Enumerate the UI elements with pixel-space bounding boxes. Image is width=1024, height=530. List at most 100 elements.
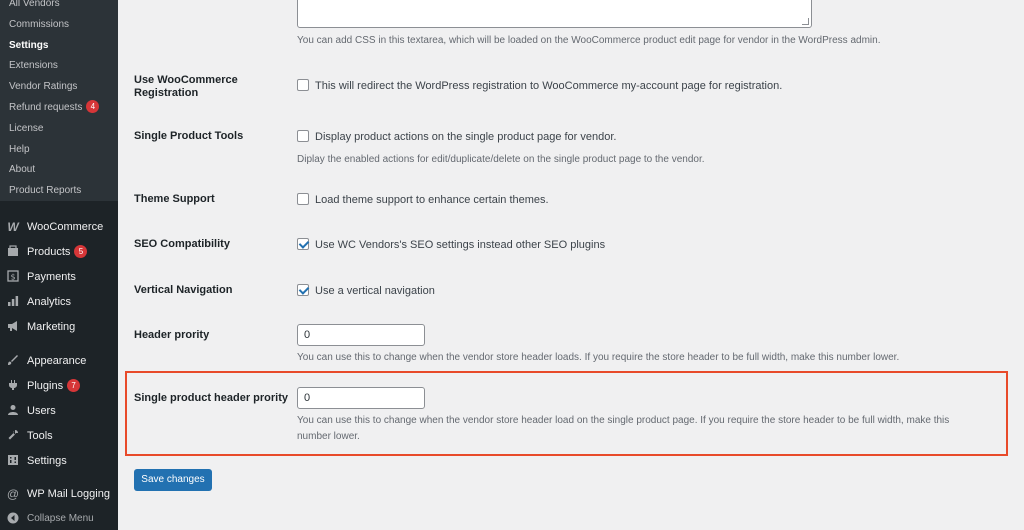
submenu-item-commissions[interactable]: Commissions xyxy=(0,15,118,36)
submenu-label: Extensions xyxy=(9,60,58,72)
vertical-navigation-option[interactable]: Use a vertical navigation xyxy=(297,284,435,298)
submenu-item-extensions[interactable]: Extensions xyxy=(0,56,118,77)
checkbox-label: Use WC Vendors's SEO settings instead ot… xyxy=(315,239,606,251)
menu-label-wrap: Products 5 xyxy=(27,241,88,263)
submenu-item-help[interactable]: Help xyxy=(0,140,118,161)
menu-item-users[interactable]: Users xyxy=(0,400,118,422)
resize-grip[interactable] xyxy=(802,18,809,25)
menu-item-payments[interactable]: $ Payments xyxy=(0,266,118,288)
woo-registration-checkbox[interactable] xyxy=(297,79,309,91)
menu-item-analytics[interactable]: Analytics xyxy=(0,291,118,313)
menu-label: Analytics xyxy=(27,296,72,308)
submenu-label: Product Reports xyxy=(9,185,82,197)
menu-label: Collapse Menu xyxy=(27,513,94,524)
custom-css-description: You can add CSS in this textarea, which … xyxy=(297,35,881,46)
menu-item-appearance[interactable]: Appearance xyxy=(0,350,118,372)
submenu-item-product-reports[interactable]: Product Reports xyxy=(0,181,118,202)
single-product-tools-checkbox[interactable] xyxy=(297,130,309,142)
menu-label: WP Mail Logging xyxy=(27,488,110,500)
settings-icon xyxy=(6,454,20,468)
submenu-item-settings[interactable]: Settings xyxy=(0,36,118,57)
admin-sidebar: All Vendors Commissions Settings Extensi… xyxy=(0,0,118,530)
menu-label: WooCommerce xyxy=(27,221,104,233)
vertical-navigation-checkbox[interactable] xyxy=(297,284,309,296)
woo-registration-label: Use WooCommerce Registration xyxy=(134,74,238,100)
submenu-item-vendor-ratings[interactable]: Vendor Ratings xyxy=(0,77,118,98)
submenu-label: Settings xyxy=(9,39,49,51)
seo-compatibility-checkbox[interactable] xyxy=(297,238,309,250)
description-line: You can use this to change when the vend… xyxy=(297,415,950,426)
menu-label: Settings xyxy=(27,455,67,467)
collapse-menu-button[interactable]: Collapse Menu xyxy=(0,508,118,530)
save-changes-button[interactable]: Save changes xyxy=(134,469,212,491)
submenu-label: All Vendors xyxy=(9,0,60,9)
submenu-label: Help xyxy=(9,143,30,155)
wrench-icon xyxy=(6,429,20,443)
payments-icon: $ xyxy=(6,270,20,284)
submenu-label: Refund requests xyxy=(9,101,83,113)
single-header-priority-input[interactable]: 0 xyxy=(297,387,425,409)
label-line: Registration xyxy=(134,87,199,99)
single-product-tools-label: Single Product Tools xyxy=(134,130,244,142)
submenu-item-about[interactable]: About xyxy=(0,160,118,181)
single-header-priority-description: You can use this to change when the vend… xyxy=(297,413,1002,444)
single-product-tools-description: Diplay the enabled actions for edit/dupl… xyxy=(297,154,705,165)
header-priority-label: Header prority xyxy=(134,329,210,341)
submenu-item-all-vendors[interactable]: All Vendors xyxy=(0,0,118,15)
single-header-priority-label: Single product header prority xyxy=(134,392,289,404)
menu-label: Marketing xyxy=(27,321,76,333)
plugin-icon xyxy=(6,379,20,393)
theme-support-checkbox[interactable] xyxy=(297,193,309,205)
custom-css-textarea[interactable] xyxy=(297,0,812,28)
svg-text:$: $ xyxy=(10,273,15,282)
submenu-item-license[interactable]: License xyxy=(0,119,118,140)
woo-icon: W xyxy=(7,220,19,234)
megaphone-icon xyxy=(6,320,20,334)
menu-item-tools[interactable]: Tools xyxy=(0,425,118,447)
settings-form: You can add CSS in this textarea, which … xyxy=(118,0,1024,530)
menu-label: Appearance xyxy=(27,355,87,367)
submenu-item-refund-requests[interactable]: Refund requests 4 xyxy=(0,98,118,119)
theme-support-option[interactable]: Load theme support to enhance certain th… xyxy=(297,193,549,207)
refund-count-badge: 4 xyxy=(86,99,100,113)
single-product-tools-option[interactable]: Display product actions on the single pr… xyxy=(297,130,616,144)
wc-vendors-submenu: All Vendors Commissions Settings Extensi… xyxy=(0,0,118,201)
theme-support-label: Theme Support xyxy=(134,193,215,205)
menu-item-products[interactable]: Products 5 xyxy=(0,241,118,263)
menu-label: Products xyxy=(27,246,71,258)
at-icon: @ xyxy=(6,487,20,501)
collapse-icon xyxy=(6,512,20,526)
checkbox-label: Use a vertical navigation xyxy=(315,285,435,297)
plugins-count-badge: 7 xyxy=(67,379,81,392)
checkbox-label: Display product actions on the single pr… xyxy=(315,131,617,143)
menu-label-wrap: Plugins 7 xyxy=(27,375,81,397)
header-priority-input[interactable]: 0 xyxy=(297,324,425,346)
menu-label: Tools xyxy=(27,430,53,442)
checkbox-label: Load theme support to enhance certain th… xyxy=(315,194,549,206)
submenu-label: Vendor Ratings xyxy=(9,81,78,93)
menu-item-plugins[interactable]: Plugins 7 xyxy=(0,375,118,397)
menu-label: Plugins xyxy=(27,380,64,392)
analytics-icon xyxy=(6,295,20,309)
menu-item-wp-mail-logging[interactable]: @ WP Mail Logging xyxy=(0,483,118,505)
submenu-label: License xyxy=(9,122,44,134)
label-line: Use WooCommerce xyxy=(134,74,238,86)
menu-item-settings[interactable]: Settings xyxy=(0,450,118,472)
menu-item-marketing[interactable]: Marketing xyxy=(0,316,118,338)
products-count-badge: 5 xyxy=(74,245,88,258)
menu-label: Users xyxy=(27,405,56,417)
submenu-label: Commissions xyxy=(9,18,70,30)
menu-item-woocommerce[interactable]: W WooCommerce xyxy=(0,216,118,238)
submenu-label: About xyxy=(9,164,36,176)
brush-icon xyxy=(6,354,20,368)
seo-compatibility-option[interactable]: Use WC Vendors's SEO settings instead ot… xyxy=(297,238,605,252)
seo-compatibility-label: SEO Compatibility xyxy=(134,238,230,250)
vertical-navigation-label: Vertical Navigation xyxy=(134,284,233,296)
description-line: number lower. xyxy=(297,430,360,442)
products-icon xyxy=(6,245,20,259)
checkbox-label: This will redirect the WordPress registr… xyxy=(315,80,783,92)
menu-label: Payments xyxy=(27,271,76,283)
header-priority-description: You can use this to change when the vend… xyxy=(297,352,900,363)
user-icon xyxy=(6,404,20,418)
woo-registration-option[interactable]: This will redirect the WordPress registr… xyxy=(297,79,782,93)
